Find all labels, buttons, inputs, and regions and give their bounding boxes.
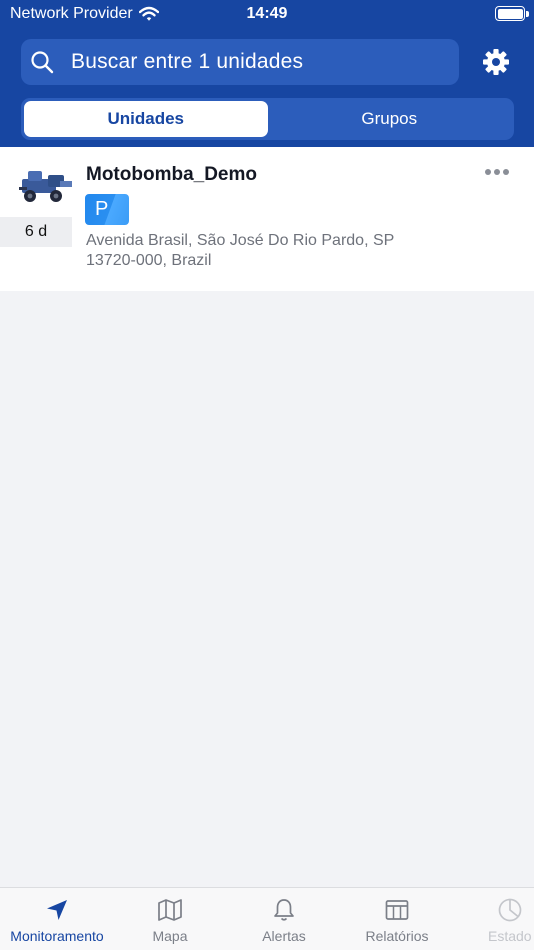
search-bar[interactable]: Buscar entre 1 unidades: [21, 39, 459, 85]
tab-mapa[interactable]: Mapa: [120, 888, 220, 950]
carrier-label: Network Provider: [10, 5, 133, 22]
tab-label: Relatórios: [365, 928, 429, 944]
search-icon: [29, 49, 55, 75]
unit-address: Avenida Brasil, São José Do Rio Pardo, S…: [86, 231, 486, 271]
last-message-age: 6 d: [0, 217, 72, 247]
map-icon: [158, 899, 182, 921]
pie-chart-icon: [498, 898, 522, 922]
navigation-arrow-icon: [47, 900, 67, 920]
parking-state-badge: P: [85, 194, 129, 225]
unit-name: Motobomba_Demo: [86, 164, 257, 185]
carrier-group: Network Provider: [10, 5, 159, 23]
tab-grupos[interactable]: Grupos: [268, 101, 512, 137]
battery-tip: [526, 11, 529, 17]
segmented-control: Unidades Grupos: [21, 98, 514, 140]
tab-monitoramento[interactable]: Monitoramento: [0, 888, 114, 950]
gear-icon[interactable]: [482, 48, 510, 76]
unit-thumbnail-pump-icon: [19, 171, 72, 202]
address-line-1: Avenida Brasil, São José Do Rio Pardo, S…: [86, 232, 395, 249]
address-line-2: 13720-000, Brazil: [86, 252, 212, 269]
bell-icon: [274, 899, 294, 921]
tab-estado[interactable]: Estado: [486, 888, 534, 950]
table-icon: [385, 900, 409, 920]
bottom-tab-bar: Monitoramento Mapa Alertas Relatórios Es…: [0, 887, 534, 950]
status-bar: Network Provider 14:49: [0, 0, 534, 30]
more-options-icon[interactable]: [485, 165, 509, 179]
search-placeholder: Buscar entre 1 unidades: [71, 50, 304, 73]
wifi-icon: [138, 6, 159, 21]
tab-relatorios[interactable]: Relatórios: [347, 888, 447, 950]
tab-unidades[interactable]: Unidades: [24, 101, 268, 137]
tab-label: Estado: [488, 928, 532, 944]
tab-label: Monitoramento: [10, 928, 104, 944]
tab-label: Alertas: [262, 928, 306, 944]
battery-icon: [495, 6, 525, 21]
tab-alertas[interactable]: Alertas: [234, 888, 334, 950]
header: Network Provider 14:49 Buscar entre 1 un…: [0, 0, 534, 147]
tab-label: Mapa: [152, 928, 188, 944]
